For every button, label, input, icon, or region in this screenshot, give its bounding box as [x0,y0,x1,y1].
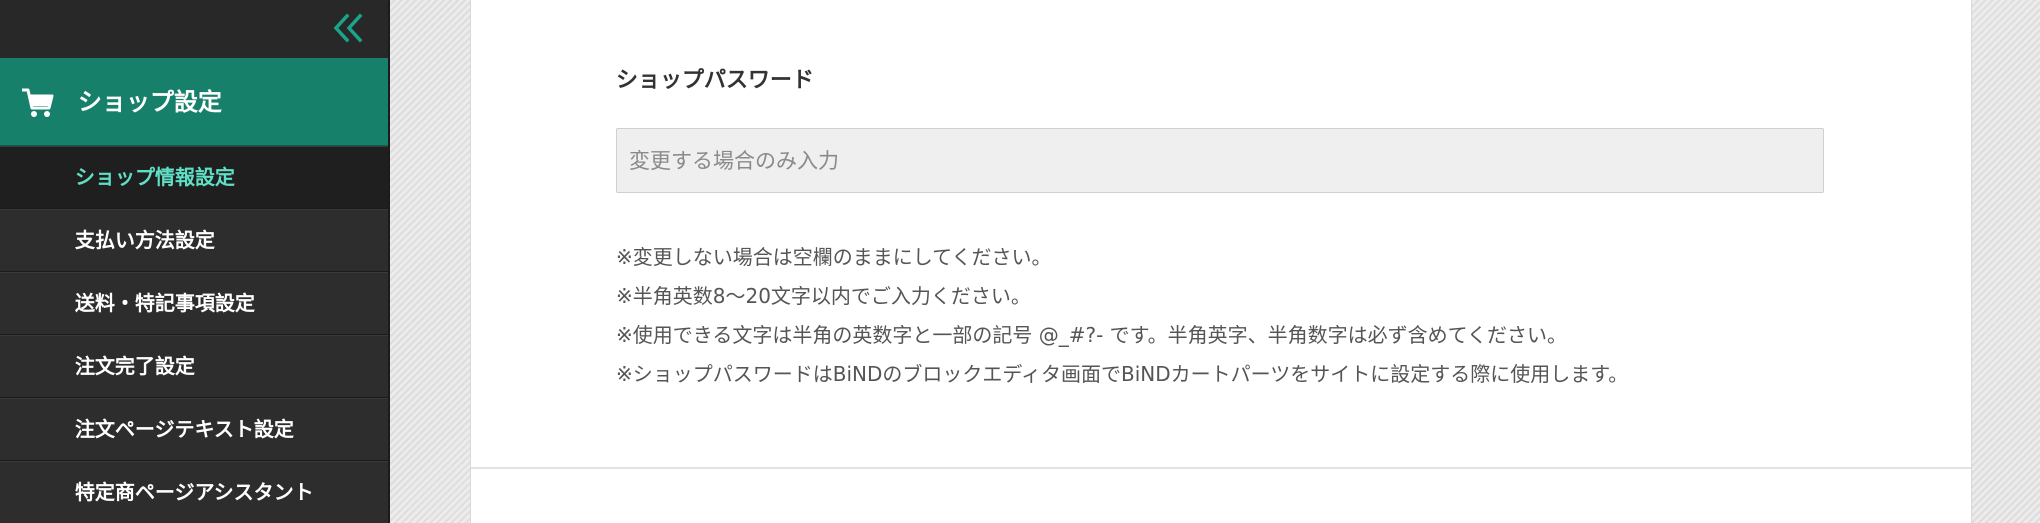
shop-password-input[interactable] [616,128,1824,193]
sidebar-top-bar [0,0,388,58]
section-divider [471,467,1971,469]
sidebar-item-payment-method[interactable]: 支払い方法設定 [0,209,388,272]
sidebar-item-shop-info[interactable]: ショップ情報設定 [0,146,388,209]
note-line: ※半角英数8〜20文字以内でご入力ください。 [616,284,1031,308]
sidebar: ショップ設定 ショップ情報設定 支払い方法設定 送料・特記事項設定 注文完了設定… [0,0,390,523]
cart-icon [20,84,56,120]
note-line: ※使用できる文字は半角の英数字と一部の記号 @_#?- です。半角英字、半角数字… [616,323,1568,347]
shop-password-label: ショップパスワード [616,68,815,93]
password-notes: ※変更しない場合は空欄のままにしてください。 ※半角英数8〜20文字以内でご入力… [616,238,1896,394]
sidebar-item-shipping-notes[interactable]: 送料・特記事項設定 [0,272,388,335]
sidebar-menu: ショップ情報設定 支払い方法設定 送料・特記事項設定 注文完了設定 注文ページテ… [0,146,388,523]
sidebar-item-commerce-page-assistant[interactable]: 特定商ページアシスタント [0,461,388,523]
double-chevron-left-icon[interactable] [330,10,366,46]
sidebar-item-order-complete[interactable]: 注文完了設定 [0,335,388,398]
section-title: ショップ設定 [78,88,222,116]
shop-settings-header[interactable]: ショップ設定 [0,58,388,146]
note-line: ※変更しない場合は空欄のままにしてください。 [616,245,1052,269]
note-line: ※ショップパスワードはBiNDのブロックエディタ画面でBiNDカートパーツをサイ… [616,362,1629,386]
sidebar-item-order-page-text[interactable]: 注文ページテキスト設定 [0,398,388,461]
settings-panel: ショップパスワード ※変更しない場合は空欄のままにしてください。 ※半角英数8〜… [470,0,1972,523]
